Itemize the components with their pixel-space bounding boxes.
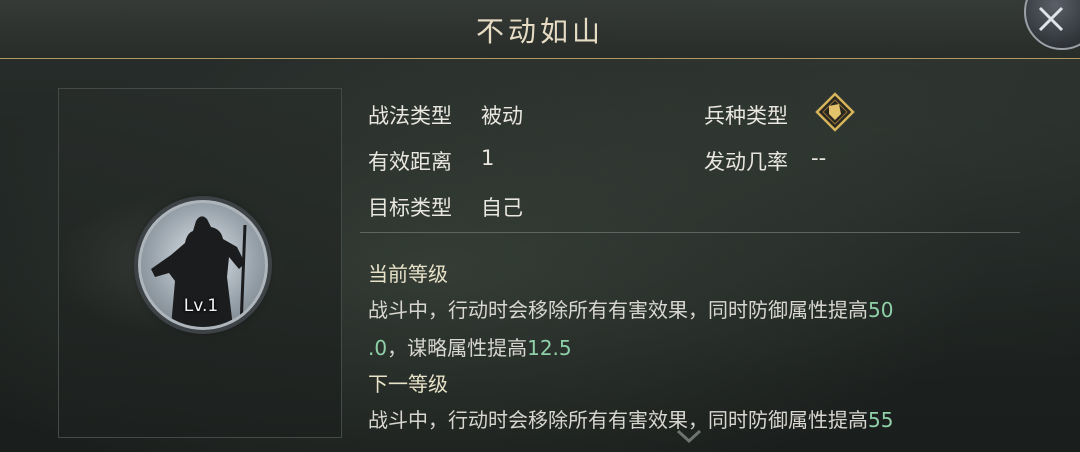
next-level-heading: 下一等级 [368, 372, 448, 396]
next-level-text-1: 战斗中，行动时会移除所有有害效果，同时防御属性提高 [368, 408, 868, 432]
troop-type-icon[interactable] [813, 92, 857, 132]
current-level-text-1: 战斗中，行动时会移除所有有害效果，同时防御属性提高 [368, 298, 868, 322]
close-icon [1038, 6, 1064, 32]
current-level-heading: 当前等级 [368, 262, 448, 286]
page-title: 不动如山 [475, 15, 604, 48]
troop-type-label: 兵种类型 [704, 104, 788, 128]
title-bar: 不动如山 [0, 0, 1080, 59]
divider [360, 232, 1020, 233]
range-label: 有效距离 [368, 150, 452, 174]
target-type-label: 目标类型 [368, 196, 452, 220]
current-level-strategy-value: 12.5 [527, 336, 572, 360]
scroll-down-icon[interactable] [674, 428, 704, 444]
target-type-value: 自己 [481, 196, 523, 220]
tactic-type-label: 战法类型 [368, 104, 452, 128]
trigger-rate-label: 发动几率 [704, 150, 788, 174]
current-level-line-1: 战斗中，行动时会移除所有有害效果，同时防御属性提高50 [368, 294, 893, 323]
current-level-line-2: .0，谋略属性提高12.5 [368, 332, 572, 361]
trigger-rate-value: -- [811, 146, 827, 170]
range-value: 1 [481, 146, 495, 170]
next-level-defense-value: 55 [868, 408, 894, 432]
current-level-defense-decimal: .0 [368, 336, 388, 360]
next-level-line-1: 战斗中，行动时会移除所有有害效果，同时防御属性提高55 [368, 404, 893, 433]
current-level-defense-value: 50 [868, 298, 894, 322]
tactic-type-value: 被动 [481, 104, 523, 128]
current-level-text-2: ，谋略属性提高 [387, 336, 528, 360]
level-label: Lv.1 [183, 296, 219, 316]
